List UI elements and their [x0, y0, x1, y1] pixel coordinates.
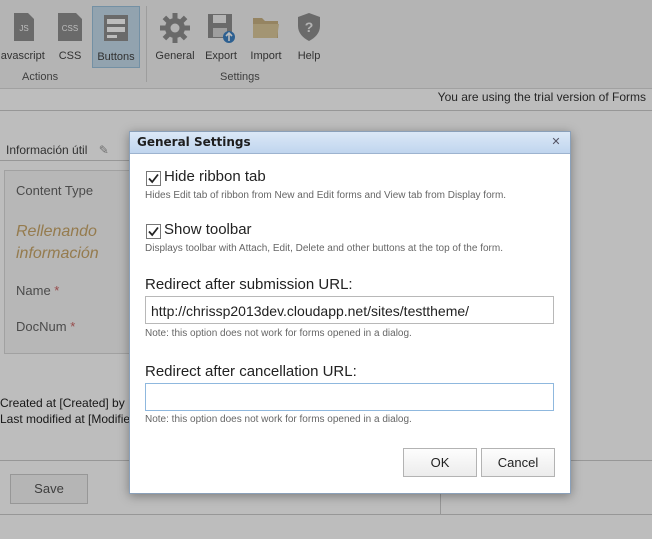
redirect-cancel-label: Redirect after cancellation URL: [145, 363, 357, 380]
ok-button[interactable]: OK [403, 448, 477, 477]
close-icon[interactable]: ✕ [550, 136, 562, 148]
redirect-cancel-input[interactable] [145, 383, 554, 411]
show-toolbar-label[interactable]: Show toolbar [164, 221, 252, 238]
hide-ribbon-checkbox[interactable] [146, 171, 161, 186]
hide-ribbon-label[interactable]: Hide ribbon tab [164, 168, 266, 185]
general-settings-dialog: General Settings ✕ Hide ribbon tab Hides… [129, 131, 571, 494]
checkmark-icon [148, 226, 159, 237]
dialog-title: General Settings [137, 135, 251, 149]
checkmark-icon [148, 173, 159, 184]
redirect-submit-note: Note: this option does not work for form… [145, 328, 412, 339]
redirect-submit-input[interactable]: http://chrissp2013dev.cloudapp.net/sites… [145, 296, 554, 324]
hide-ribbon-hint: Hides Edit tab of ribbon from New and Ed… [145, 190, 507, 201]
show-toolbar-checkbox[interactable] [146, 224, 161, 239]
redirect-submit-label: Redirect after submission URL: [145, 276, 353, 293]
dialog-titlebar: General Settings ✕ [130, 132, 570, 154]
redirect-cancel-note: Note: this option does not work for form… [145, 414, 412, 425]
show-toolbar-hint: Displays toolbar with Attach, Edit, Dele… [145, 243, 503, 254]
cancel-button[interactable]: Cancel [481, 448, 555, 477]
